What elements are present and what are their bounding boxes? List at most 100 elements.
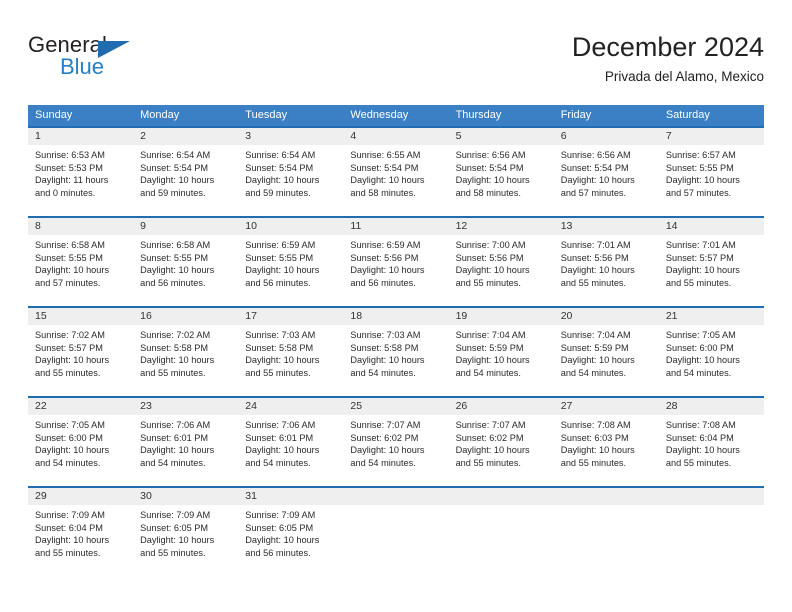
- calendar-day-cell[interactable]: 11 Sunrise: 6:59 AM Sunset: 5:56 PM Dayligh…: [343, 218, 449, 296]
- day-number: 20: [553, 308, 659, 325]
- calendar-day-cell[interactable]: 1 Sunrise: 6:53 AM Sunset: 5:53 PM Daylight…: [28, 128, 134, 206]
- calendar-day-cell-empty: [448, 488, 554, 566]
- day-sunset-text: Sunset: 6:03 PM: [560, 432, 629, 443]
- day-details: Sunrise: 7:04 AM Sunset: 5:59 PM Daylight:…: [554, 325, 659, 379]
- day-sunset-text: Sunset: 5:58 PM: [350, 342, 419, 353]
- day-daylight-text: Daylight: 10 hours: [665, 355, 740, 366]
- weekday-header-thursday: Thursday: [455, 109, 502, 121]
- calendar-day-cell[interactable]: 18 Sunrise: 7:03 AM Sunset: 5:58 PM Dayligh…: [343, 308, 449, 386]
- day-sunset-text: Sunset: 5:59 PM: [455, 342, 524, 353]
- day-daylight-text: Daylight: 10 hours: [560, 355, 635, 366]
- calendar-day-cell[interactable]: 16 Sunrise: 7:02 AM Sunset: 5:58 PM Dayligh…: [133, 308, 239, 386]
- calendar-week-row: 15 Sunrise: 7:02 AM Sunset: 5:57 PM Dayligh…: [28, 306, 764, 386]
- day-daylight-text: Daylight: 10 hours: [140, 265, 215, 276]
- day-details: Sunrise: 7:05 AM Sunset: 6:00 PM Daylight:…: [28, 415, 133, 469]
- day-details: Sunrise: 7:00 AM Sunset: 5:56 PM Daylight:…: [449, 235, 554, 289]
- calendar-day-cell[interactable]: 23 Sunrise: 7:06 AM Sunset: 6:01 PM Dayligh…: [133, 398, 239, 476]
- calendar-day-cell[interactable]: 6 Sunrise: 6:56 AM Sunset: 5:54 PM Daylight…: [553, 128, 659, 206]
- calendar-day-cell[interactable]: 12 Sunrise: 7:00 AM Sunset: 5:56 PM Dayligh…: [448, 218, 554, 296]
- day-sunrise-text: Sunrise: 6:54 AM: [140, 150, 211, 160]
- day-details: Sunrise: 6:53 AM Sunset: 5:53 PM Daylight:…: [28, 145, 133, 199]
- day-sunset-text: Sunset: 6:05 PM: [245, 522, 314, 533]
- day-sunrise-text: Sunrise: 7:03 AM: [350, 330, 421, 340]
- calendar-day-cell[interactable]: 13 Sunrise: 7:01 AM Sunset: 5:56 PM Dayligh…: [553, 218, 659, 296]
- calendar-day-cell[interactable]: 9 Sunrise: 6:58 AM Sunset: 5:55 PM Daylight…: [133, 218, 239, 296]
- day-sunset-text: Sunset: 5:57 PM: [665, 252, 734, 263]
- day-number: [343, 488, 449, 505]
- day-daylight-text: and 54 minutes.: [455, 367, 521, 378]
- calendar-day-cell[interactable]: 22 Sunrise: 7:05 AM Sunset: 6:00 PM Dayligh…: [28, 398, 134, 476]
- day-sunset-text: Sunset: 6:04 PM: [665, 432, 734, 443]
- day-sunrise-text: Sunrise: 6:55 AM: [350, 150, 421, 160]
- day-sunset-text: Sunset: 5:54 PM: [455, 162, 524, 173]
- calendar-day-cell[interactable]: 8 Sunrise: 6:58 AM Sunset: 5:55 PM Daylight…: [28, 218, 134, 296]
- day-number: 21: [658, 308, 764, 325]
- day-details: Sunrise: 7:01 AM Sunset: 5:57 PM Daylight:…: [659, 235, 764, 289]
- day-number: 11: [343, 218, 449, 235]
- calendar-day-cell-empty: [343, 488, 449, 566]
- calendar-day-cell[interactable]: 14 Sunrise: 7:01 AM Sunset: 5:57 PM Dayligh…: [658, 218, 764, 296]
- day-details: Sunrise: 7:06 AM Sunset: 6:01 PM Daylight:…: [133, 415, 238, 469]
- day-details: Sunrise: 7:07 AM Sunset: 6:02 PM Daylight:…: [449, 415, 554, 469]
- day-details: Sunrise: 7:03 AM Sunset: 5:58 PM Daylight:…: [343, 325, 448, 379]
- day-details: Sunrise: 7:02 AM Sunset: 5:57 PM Daylight:…: [28, 325, 133, 379]
- calendar-day-cell[interactable]: 21 Sunrise: 7:05 AM Sunset: 6:00 PM Dayligh…: [658, 308, 764, 386]
- day-daylight-text: Daylight: 10 hours: [245, 355, 320, 366]
- calendar-day-cell[interactable]: 20 Sunrise: 7:04 AM Sunset: 5:59 PM Dayligh…: [553, 308, 659, 386]
- day-number: 4: [343, 128, 449, 145]
- calendar-day-cell[interactable]: 3 Sunrise: 6:54 AM Sunset: 5:54 PM Daylight…: [238, 128, 344, 206]
- brand-logo[interactable]: General Blue: [28, 32, 238, 88]
- day-number: 7: [658, 128, 764, 145]
- calendar-day-cell[interactable]: 31 Sunrise: 7:09 AM Sunset: 6:05 PM Dayligh…: [238, 488, 344, 566]
- day-sunrise-text: Sunrise: 7:07 AM: [455, 420, 526, 430]
- day-number: 14: [658, 218, 764, 235]
- day-number: 31: [238, 488, 344, 505]
- day-sunset-text: Sunset: 5:55 PM: [35, 252, 103, 263]
- calendar-grid: Sunday Monday Tuesday Wednesday Thursday Frid…: [28, 105, 764, 566]
- day-details: Sunrise: 7:06 AM Sunset: 6:01 PM Daylight:…: [238, 415, 343, 469]
- day-daylight-text: and 56 minutes.: [140, 277, 206, 288]
- calendar-day-cell[interactable]: 24 Sunrise: 7:06 AM Sunset: 6:01 PM Dayligh…: [238, 398, 344, 476]
- day-daylight-text: Daylight: 10 hours: [35, 445, 110, 456]
- page-subtitle: Privada del Alamo, Mexico: [604, 69, 764, 84]
- day-daylight-text: and 57 minutes.: [35, 277, 101, 288]
- day-details: [659, 505, 764, 509]
- calendar-day-cell[interactable]: 5 Sunrise: 6:56 AM Sunset: 5:54 PM Daylight…: [448, 128, 554, 206]
- calendar-day-cell[interactable]: 28 Sunrise: 7:08 AM Sunset: 6:04 PM Dayligh…: [658, 398, 764, 476]
- day-sunset-text: Sunset: 6:01 PM: [245, 432, 314, 443]
- calendar-day-cell[interactable]: 4 Sunrise: 6:55 AM Sunset: 5:54 PM Daylight…: [343, 128, 449, 206]
- calendar-day-cell[interactable]: 25 Sunrise: 7:07 AM Sunset: 6:02 PM Dayligh…: [343, 398, 449, 476]
- calendar-week-row: 8 Sunrise: 6:58 AM Sunset: 5:55 PM Daylight…: [28, 216, 764, 296]
- calendar-day-cell[interactable]: 7 Sunrise: 6:57 AM Sunset: 5:55 PM Daylight…: [658, 128, 764, 206]
- calendar-day-cell[interactable]: 15 Sunrise: 7:02 AM Sunset: 5:57 PM Dayligh…: [28, 308, 134, 386]
- day-daylight-text: Daylight: 10 hours: [35, 265, 110, 276]
- day-daylight-text: and 56 minutes.: [245, 277, 311, 288]
- day-daylight-text: and 55 minutes.: [560, 457, 627, 468]
- calendar-week-row: 22 Sunrise: 7:05 AM Sunset: 6:00 PM Dayligh…: [28, 396, 764, 476]
- calendar-day-cell[interactable]: 2 Sunrise: 6:54 AM Sunset: 5:54 PM Daylight…: [133, 128, 239, 206]
- brand-name-blue: Blue: [60, 54, 105, 79]
- day-number: 29: [28, 488, 134, 505]
- day-daylight-text: and 55 minutes.: [35, 547, 101, 558]
- calendar-day-cell[interactable]: 30 Sunrise: 7:09 AM Sunset: 6:05 PM Dayligh…: [133, 488, 239, 566]
- day-daylight-text: Daylight: 10 hours: [245, 175, 320, 186]
- calendar-day-cell[interactable]: 17 Sunrise: 7:03 AM Sunset: 5:58 PM Dayligh…: [238, 308, 344, 386]
- day-daylight-text: Daylight: 11 hours: [35, 175, 109, 186]
- day-number: 16: [133, 308, 239, 325]
- day-details: [343, 505, 448, 509]
- calendar-day-cell[interactable]: 19 Sunrise: 7:04 AM Sunset: 5:59 PM Dayligh…: [448, 308, 554, 386]
- calendar-day-cell[interactable]: 29 Sunrise: 7:09 AM Sunset: 6:04 PM Dayligh…: [28, 488, 134, 566]
- calendar-day-cell[interactable]: 27 Sunrise: 7:08 AM Sunset: 6:03 PM Dayligh…: [553, 398, 659, 476]
- day-sunrise-text: Sunrise: 6:56 AM: [560, 150, 631, 160]
- day-daylight-text: Daylight: 10 hours: [455, 355, 530, 366]
- day-daylight-text: and 56 minutes.: [350, 277, 416, 288]
- page-header: General Blue December 2024 Privada del A…: [28, 30, 764, 92]
- calendar-day-cell[interactable]: 10 Sunrise: 6:59 AM Sunset: 5:55 PM Dayligh…: [238, 218, 344, 296]
- day-daylight-text: and 0 minutes.: [35, 187, 96, 198]
- calendar-day-cell[interactable]: 26 Sunrise: 7:07 AM Sunset: 6:02 PM Dayligh…: [448, 398, 554, 476]
- day-sunset-text: Sunset: 5:53 PM: [35, 162, 103, 173]
- day-number: 27: [553, 398, 659, 415]
- day-number: 8: [28, 218, 134, 235]
- day-number: 12: [448, 218, 554, 235]
- day-sunrise-text: Sunrise: 7:01 AM: [560, 240, 631, 250]
